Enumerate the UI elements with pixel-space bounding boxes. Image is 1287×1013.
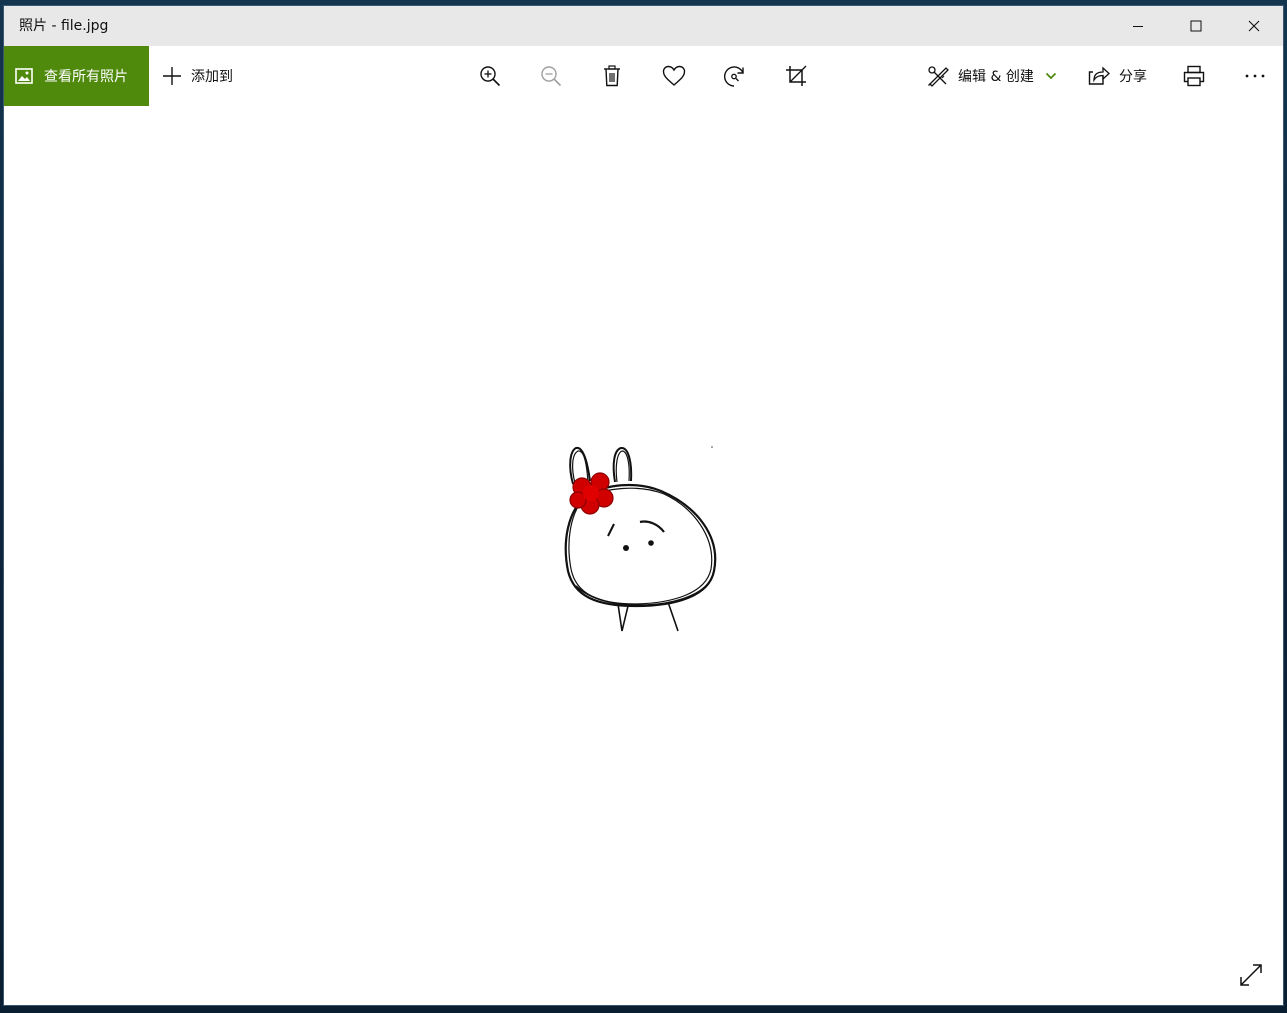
- zoom-in-icon: [480, 66, 501, 87]
- photos-app-window: 照片 - file.jpg 查看所有照片 添加到 编辑 & 创建 分享: [4, 6, 1283, 1005]
- delete-button[interactable]: [592, 46, 632, 106]
- zoom-in-button[interactable]: [470, 46, 510, 106]
- heart-icon: [662, 65, 686, 86]
- displayed-photo: [564, 446, 717, 632]
- more-options-button[interactable]: [1235, 46, 1275, 106]
- edit-create-icon: [928, 66, 949, 87]
- minimize-button[interactable]: [1109, 6, 1167, 46]
- maximize-icon: [1190, 20, 1202, 32]
- favorite-button[interactable]: [654, 46, 694, 106]
- share-button[interactable]: 分享: [1088, 46, 1147, 106]
- edit-create-label: 编辑 & 创建: [958, 69, 1034, 85]
- toolbar: 查看所有照片 添加到 编辑 & 创建 分享: [4, 46, 1283, 106]
- delete-icon: [604, 65, 620, 87]
- zoom-out-icon: [541, 66, 562, 87]
- window-title: 照片 - file.jpg: [19, 18, 109, 34]
- flower-bow: [569, 472, 614, 515]
- expand-icon: [1240, 964, 1262, 986]
- plus-icon: [163, 67, 181, 85]
- maximize-button[interactable]: [1167, 6, 1225, 46]
- view-all-photos-button[interactable]: 查看所有照片: [4, 46, 149, 106]
- close-button[interactable]: [1225, 6, 1283, 46]
- add-to-button[interactable]: 添加到: [162, 46, 233, 106]
- rotate-button[interactable]: [714, 46, 754, 106]
- photo-icon: [15, 68, 33, 84]
- zoom-out-button[interactable]: [531, 46, 571, 106]
- print-button[interactable]: [1174, 46, 1214, 106]
- share-icon: [1088, 66, 1110, 85]
- edit-create-button[interactable]: 编辑 & 创建: [927, 46, 1057, 106]
- crop-button[interactable]: [776, 46, 816, 106]
- minimize-icon: [1133, 26, 1143, 27]
- rotate-icon: [723, 66, 744, 87]
- add-to-label: 添加到: [191, 69, 233, 85]
- chevron-down-icon: [1045, 72, 1056, 80]
- fullscreen-button[interactable]: [1235, 959, 1267, 991]
- photo-viewer-canvas[interactable]: [4, 106, 1283, 1005]
- view-all-photos-label: 查看所有照片: [44, 69, 128, 85]
- share-label: 分享: [1119, 69, 1147, 85]
- crop-icon: [786, 65, 807, 86]
- close-icon: [1248, 20, 1260, 32]
- printer-icon: [1183, 65, 1205, 87]
- title-bar[interactable]: 照片 - file.jpg: [4, 6, 1283, 46]
- more-icon: [1245, 74, 1265, 78]
